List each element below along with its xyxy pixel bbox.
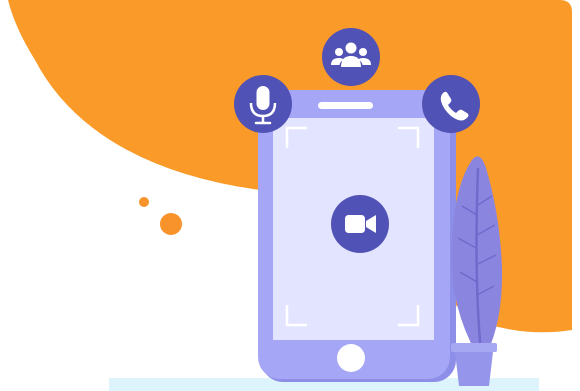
video-call-illustration (0, 0, 580, 391)
group-call-button (322, 28, 380, 86)
illustration-canvas (8, 0, 572, 391)
phone-home-button (337, 344, 365, 372)
plant-pot-rim (451, 343, 497, 352)
phone-speaker (318, 102, 373, 109)
phone-call-button (422, 75, 480, 133)
video-call-button (331, 195, 389, 253)
orange-dot-large (160, 213, 182, 235)
orange-dot-small (139, 197, 149, 207)
plant-pot (455, 352, 493, 386)
microphone-button (234, 75, 292, 133)
